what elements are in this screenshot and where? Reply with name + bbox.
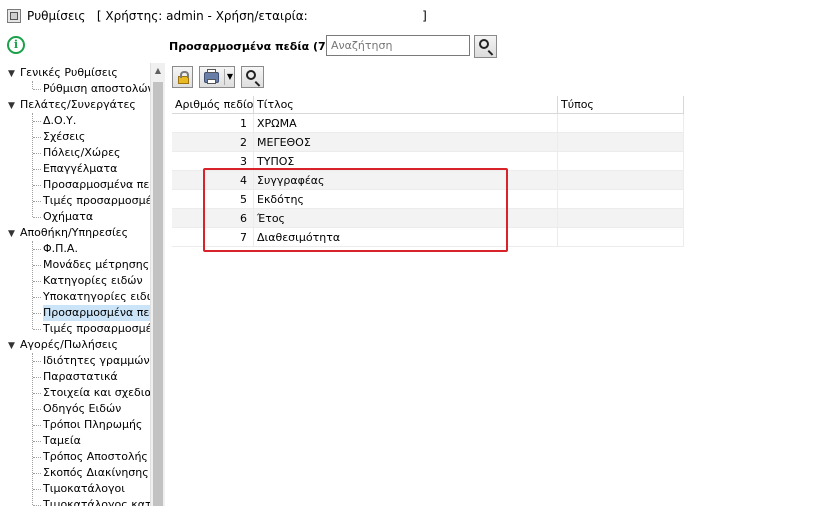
tree-item[interactable]: Τιμές προσαρμοσμένω <box>43 193 150 209</box>
tree-item[interactable]: Σχέσεις <box>43 129 85 145</box>
tree-connector <box>32 81 33 89</box>
lock-icon <box>178 71 189 84</box>
tree-connector <box>33 393 41 394</box>
tree-connector <box>33 217 41 218</box>
tree-connector <box>33 185 41 186</box>
tree-group[interactable]: ▼ Αποθήκη/Υπηρεσίες <box>8 225 128 241</box>
tree-connector <box>32 241 33 329</box>
tree-item[interactable]: Τρόποι Πληρωμής <box>43 417 142 433</box>
tree-item[interactable]: Επαγγέλματα <box>43 161 117 177</box>
tree-group-label: Αγορές/Πωλήσεις <box>20 338 118 351</box>
tree-item[interactable]: Ιδιότητες γραμμών πα <box>43 353 150 369</box>
tree-item[interactable]: Κατηγορίες ειδών <box>43 273 143 289</box>
table-row[interactable]: 2 ΜΕΓΕΘΟΣ <box>172 133 684 152</box>
cell-type[interactable] <box>558 152 684 171</box>
tree-connector <box>33 361 41 362</box>
tree-item[interactable]: Ταμεία <box>43 433 81 449</box>
tree-connector <box>32 353 33 505</box>
scroll-thumb[interactable] <box>153 82 163 506</box>
tree-scrollbar[interactable]: ▲ <box>150 63 165 506</box>
tree-item[interactable]: Υποκατηγορίες ειδών <box>43 289 150 305</box>
cell-type[interactable] <box>558 209 684 228</box>
print-button[interactable]: ▼ <box>199 66 235 88</box>
tree-connector <box>33 249 41 250</box>
grid-header: Αριθμός πεδίου Τίτλος Τύπος <box>172 96 684 114</box>
tree-item[interactable]: Μονάδες μέτρησης <box>43 257 149 273</box>
table-row[interactable]: 1 ΧΡΩΜΑ <box>172 114 684 133</box>
tree-item[interactable]: Τιμοκατάλογος κατηγ <box>43 497 150 506</box>
tree-item[interactable]: Πόλεις/Χώρες <box>43 145 120 161</box>
cell-type[interactable] <box>558 228 684 247</box>
cell-type[interactable] <box>558 133 684 152</box>
tree-connector <box>33 489 41 490</box>
tree-connector <box>33 297 41 298</box>
info-icon[interactable]: i <box>7 36 25 54</box>
tree-connector <box>33 409 41 410</box>
section-title: Προσαρμοσμένα πεδία (7) <box>169 40 331 53</box>
search-input[interactable] <box>326 35 470 56</box>
column-header-number[interactable]: Αριθμός πεδίου <box>172 96 254 113</box>
tree-connector <box>33 441 41 442</box>
tree-item[interactable]: Σκοπός Διακίνησης <box>43 465 149 481</box>
tree-connector <box>33 473 41 474</box>
scroll-up-icon[interactable]: ▲ <box>151 63 165 79</box>
tree-item[interactable]: Φ.Π.Α. <box>43 241 78 257</box>
cell-title[interactable]: ΜΕΓΕΘΟΣ <box>254 133 558 152</box>
tree-group-label: Αποθήκη/Υπηρεσίες <box>20 226 129 239</box>
lock-button[interactable] <box>172 66 193 88</box>
tree-connector <box>33 313 41 314</box>
printer-icon <box>204 69 219 84</box>
tree-connector <box>33 137 41 138</box>
tree-item[interactable]: Ρύθμιση αποστολών <box>43 81 150 97</box>
tree-item[interactable]: Δ.Ο.Υ. <box>43 113 76 129</box>
tree-item[interactable]: Προσαρμοσμένα πεδί <box>43 305 150 321</box>
chevron-down-icon[interactable]: ▼ <box>8 66 18 82</box>
cell-number[interactable]: 2 <box>172 133 254 152</box>
tree-group-label: Πελάτες/Συνεργάτες <box>20 98 136 111</box>
tree-connector <box>33 281 41 282</box>
highlight-box <box>203 168 508 252</box>
cell-type[interactable] <box>558 171 684 190</box>
window-title: Ρυθμίσεις [ Χρήστης: admin - Χρήση/εταιρ… <box>27 9 427 23</box>
chevron-down-icon[interactable]: ▼ <box>8 98 18 114</box>
find-button[interactable] <box>241 66 264 88</box>
tree-item[interactable]: Οχήματα <box>43 209 93 225</box>
title-bar: Ρυθμίσεις [ Χρήστης: admin - Χρήση/εταιρ… <box>0 0 837 31</box>
cell-type[interactable] <box>558 114 684 133</box>
tree-item[interactable]: Τρόπος Αποστολής <box>43 449 148 465</box>
chevron-down-icon[interactable]: ▼ <box>8 226 18 242</box>
settings-tree[interactable]: ▼ Γενικές Ρυθμίσεις Ρύθμιση αποστολών ▼ Πελά… <box>0 63 150 506</box>
search-icon <box>246 70 256 80</box>
tree-item[interactable]: Τιμοκατάλογοι <box>43 481 125 497</box>
tree-connector <box>33 377 41 378</box>
tree-connector <box>33 169 41 170</box>
column-header-type[interactable]: Τύπος <box>558 96 684 113</box>
settings-app-icon <box>7 9 21 23</box>
cell-type[interactable] <box>558 190 684 209</box>
tree-connector <box>33 89 41 90</box>
tree-item[interactable]: Τιμές προσαρμοσμένω <box>43 321 150 337</box>
cell-title[interactable]: ΧΡΩΜΑ <box>254 114 558 133</box>
tree-connector <box>33 121 41 122</box>
search-icon <box>479 39 489 49</box>
tree-item[interactable]: Οδηγός Ειδών <box>43 401 121 417</box>
tree-group[interactable]: ▼ Αγορές/Πωλήσεις <box>8 337 118 353</box>
chevron-down-icon[interactable]: ▼ <box>224 69 235 85</box>
tree-group-label: Γενικές Ρυθμίσεις <box>20 66 118 79</box>
tree-item[interactable]: Προσαρμοσμένα πεδί <box>43 177 150 193</box>
tree-item[interactable]: Παραστατικά <box>43 369 118 385</box>
tree-connector <box>33 153 41 154</box>
tree-connector <box>33 329 41 330</box>
tree-item[interactable]: Στοιχεία και σχεδιασμό <box>43 385 150 401</box>
tree-connector <box>33 457 41 458</box>
search-button[interactable] <box>474 35 497 58</box>
tree-group[interactable]: ▼ Πελάτες/Συνεργάτες <box>8 97 136 113</box>
tree-connector <box>33 201 41 202</box>
tree-connector <box>33 425 41 426</box>
tree-group[interactable]: ▼ Γενικές Ρυθμίσεις <box>8 65 118 81</box>
column-header-title[interactable]: Τίτλος <box>254 96 558 113</box>
chevron-down-icon[interactable]: ▼ <box>8 338 18 354</box>
tree-connector <box>33 265 41 266</box>
cell-number[interactable]: 1 <box>172 114 254 133</box>
